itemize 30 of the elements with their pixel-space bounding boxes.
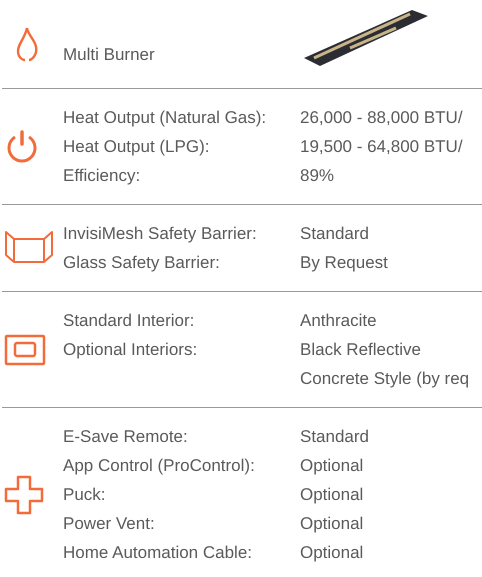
- spec-label: Puck:: [63, 484, 107, 506]
- barrier-icon: [4, 230, 54, 266]
- spec-label: Home Automation Cable:: [63, 542, 253, 564]
- spec-value: Black Reflective: [300, 339, 422, 361]
- spec-value: 19,500 - 64,800 BTU/: [300, 136, 463, 158]
- interior-icon: [4, 334, 46, 366]
- spec-label: Optional Interiors:: [63, 339, 198, 361]
- spec-value: Optional: [300, 455, 364, 477]
- spec-value: Anthracite: [300, 310, 377, 332]
- spec-label: Heat Output (LPG):: [63, 136, 210, 158]
- spec-value: Optional: [300, 542, 364, 564]
- spec-value: By Request: [300, 252, 388, 274]
- spec-label: E-Save Remote:: [63, 426, 189, 448]
- flame-icon: [14, 26, 40, 62]
- spec-value: Concrete Style (by req: [300, 368, 470, 390]
- spec-label: Efficiency:: [63, 165, 142, 187]
- spec-label: Standard Interior:: [63, 310, 196, 332]
- spec-label: InvisiMesh Safety Barrier:: [63, 223, 258, 245]
- feature-title: Multi Burner: [63, 44, 156, 66]
- spec-label: Power Vent:: [63, 513, 156, 535]
- plus-icon: [4, 474, 44, 514]
- spec-value: Optional: [300, 484, 364, 506]
- spec-value: Standard: [300, 426, 369, 448]
- spec-label: Glass Safety Barrier:: [63, 252, 221, 274]
- spec-label: App Control (ProControl):: [63, 455, 256, 477]
- spec-value: 89%: [300, 165, 334, 187]
- spec-label: Heat Output (Natural Gas):: [63, 107, 268, 129]
- spec-value: Standard: [300, 223, 369, 245]
- spec-value: 26,000 - 88,000 BTU/: [300, 107, 463, 129]
- spec-value: Optional: [300, 513, 364, 535]
